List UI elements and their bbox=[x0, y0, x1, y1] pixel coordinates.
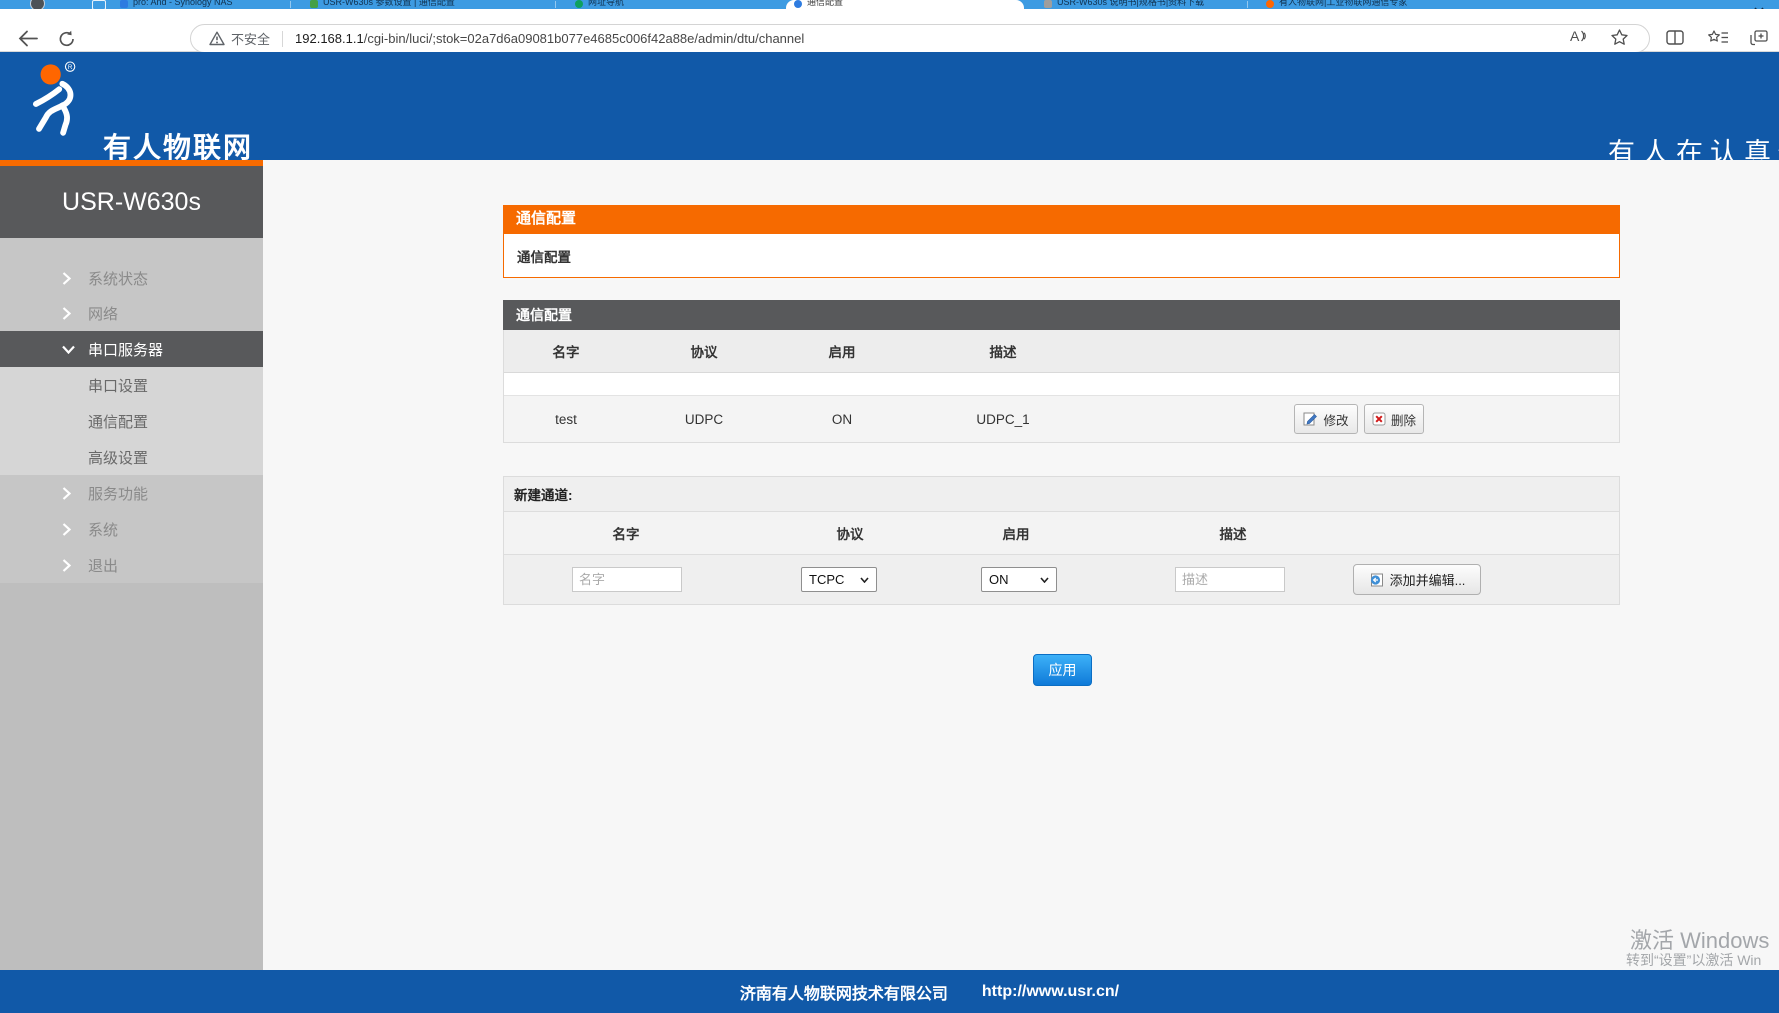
url-host[interactable]: 192.168.1.1 bbox=[295, 31, 364, 46]
page-breadcrumb: 通信配置 bbox=[503, 233, 1620, 278]
browser-tab[interactable]: 网址导航 bbox=[567, 0, 707, 9]
sidebar-item-logout[interactable]: 退出 bbox=[0, 547, 263, 583]
favorite-star-icon[interactable] bbox=[1611, 29, 1628, 50]
warning-icon[interactable] bbox=[209, 31, 225, 46]
browser-toolbar: 不安全 192.168.1.1/cgi-bin/luci/;stok=02a7d… bbox=[0, 9, 1779, 52]
select-chevron-icon bbox=[1040, 577, 1049, 583]
chevron-down-icon bbox=[62, 345, 76, 354]
delete-button[interactable]: 删除 bbox=[1364, 404, 1424, 434]
tab-title: pro: And - Synology NAS bbox=[133, 0, 233, 9]
page-footer: 济南有人物联网技术有限公司 http://www.usr.cn/ bbox=[0, 970, 1779, 1013]
windows-activation-hint: 转到“设置”以激活 Win bbox=[1626, 950, 1761, 970]
cell-desc: UDPC_1 bbox=[963, 396, 1043, 442]
table-title: 通信配置 bbox=[503, 300, 1620, 330]
tab-favicon bbox=[1044, 0, 1052, 8]
tab-title: 有人物联网|工业物联网通信专家 bbox=[1279, 0, 1407, 9]
footer-company: 济南有人物联网技术有限公司 bbox=[740, 980, 948, 1004]
chevron-right-icon bbox=[62, 523, 76, 536]
select-chevron-icon bbox=[860, 577, 869, 583]
refresh-icon[interactable] bbox=[58, 30, 76, 53]
tab-favicon bbox=[310, 0, 318, 8]
footer-site-link[interactable]: http://www.usr.cn/ bbox=[982, 983, 1119, 1001]
split-screen-icon[interactable] bbox=[1666, 30, 1684, 50]
browser-tab[interactable]: USR-W630s 说明书|规格书|资料下载 bbox=[1036, 0, 1241, 9]
tab-title: USR-W630s 说明书|规格书|资料下载 bbox=[1057, 0, 1204, 9]
protocol-select[interactable]: TCPC bbox=[801, 567, 877, 592]
cell-name: test bbox=[526, 396, 606, 442]
browser-tab[interactable]: 有人物联网|工业物联网通信专家 bbox=[1258, 0, 1453, 9]
tab-separator bbox=[1247, 1, 1248, 8]
read-aloud-icon[interactable]: A bbox=[1570, 28, 1588, 44]
col-header-desc: 描述 bbox=[963, 330, 1043, 372]
new-channel-header-row: 名字 协议 启用 描述 bbox=[504, 512, 1619, 555]
cell-enabled: ON bbox=[802, 396, 882, 442]
tab-title: USR-W630s 参数设置 | 通信配置 bbox=[323, 0, 455, 9]
col-header-name: 名字 bbox=[586, 512, 666, 554]
enabled-select[interactable]: ON bbox=[981, 567, 1057, 592]
screen: pro: And - Synology NAS USR-W630s 参数设置 |… bbox=[0, 0, 1779, 1013]
address-bar[interactable]: 不安全 192.168.1.1/cgi-bin/luci/;stok=02a7d… bbox=[190, 24, 1650, 53]
name-input[interactable] bbox=[572, 567, 682, 592]
col-header-enabled: 启用 bbox=[976, 512, 1056, 554]
channel-table: 通信配置 名字 协议 启用 描述 test UDPC ON UDPC_1 bbox=[503, 300, 1620, 443]
new-channel-section: 新建通道: 名字 协议 启用 描述 TCPC ON bbox=[503, 476, 1620, 605]
edit-icon bbox=[1303, 412, 1318, 426]
col-header-enabled: 启用 bbox=[802, 330, 882, 372]
chevron-right-icon bbox=[62, 559, 76, 572]
tab-separator bbox=[555, 1, 556, 8]
device-name: USR-W630s bbox=[0, 166, 263, 238]
tab-title: 网址导航 bbox=[588, 0, 624, 9]
sidebar-item-system[interactable]: 系统 bbox=[0, 511, 263, 547]
table-spacer-row bbox=[504, 373, 1619, 396]
address-divider bbox=[282, 31, 283, 47]
tab-favicon-shield bbox=[575, 0, 583, 8]
back-icon[interactable] bbox=[18, 30, 38, 52]
new-channel-title: 新建通道: bbox=[504, 477, 1619, 512]
collections-icon[interactable] bbox=[1750, 30, 1768, 51]
sidebar-item-service-functions[interactable]: 服务功能 bbox=[0, 475, 263, 511]
col-header-protocol: 协议 bbox=[664, 330, 744, 372]
new-channel-input-row: TCPC ON 添加并编辑... bbox=[504, 555, 1619, 604]
edit-button[interactable]: 修改 bbox=[1294, 404, 1358, 434]
url-path[interactable]: /cgi-bin/luci/;stok=02a7d6a09081b077e468… bbox=[364, 31, 805, 46]
browser-tab[interactable]: pro: And - Synology NAS bbox=[112, 0, 282, 9]
favorites-bar-icon[interactable] bbox=[1708, 30, 1729, 50]
tab-title: 通信配置 bbox=[807, 0, 843, 9]
tab-favicon bbox=[1266, 0, 1274, 8]
add-and-edit-button[interactable]: 添加并编辑... bbox=[1353, 564, 1481, 595]
tab-favicon bbox=[120, 0, 128, 8]
chevron-right-icon bbox=[62, 487, 76, 500]
desc-input[interactable] bbox=[1175, 567, 1285, 592]
sidebar-item-serial-settings[interactable]: 串口设置 bbox=[0, 367, 263, 403]
sidebar-item-serial-server[interactable]: 串口服务器 bbox=[0, 331, 263, 367]
tab-separator bbox=[290, 1, 291, 8]
sidebar: USR-W630s 系统状态 网络 串口服务器 串口设置 通信配置 高级设置 服… bbox=[0, 160, 263, 970]
chevron-right-icon bbox=[62, 307, 76, 320]
col-header-protocol: 协议 bbox=[810, 512, 890, 554]
sidebar-item-advanced-settings[interactable]: 高级设置 bbox=[0, 439, 263, 475]
browser-tab-active[interactable]: 通信配置 bbox=[786, 0, 1024, 9]
table-header-row: 名字 协议 启用 描述 bbox=[504, 330, 1619, 373]
cell-protocol: UDPC bbox=[664, 396, 744, 442]
table-row: test UDPC ON UDPC_1 修改 删除 bbox=[504, 396, 1619, 442]
add-edit-icon bbox=[1369, 573, 1384, 587]
site-header: R 有人物联网 工业物联网通信专家 有人在认真做 中文 bbox=[0, 52, 1779, 160]
sidebar-item-comm-config[interactable]: 通信配置 bbox=[0, 403, 263, 439]
browser-tab[interactable]: USR-W630s 参数设置 | 通信配置 bbox=[302, 0, 547, 9]
col-header-name: 名字 bbox=[526, 330, 606, 372]
page-title: 通信配置 bbox=[503, 205, 1620, 233]
chevron-right-icon bbox=[62, 272, 76, 285]
sidebar-item-network[interactable]: 网络 bbox=[0, 295, 263, 331]
security-label[interactable]: 不安全 bbox=[231, 29, 270, 48]
browser-tab-strip: pro: And - Synology NAS USR-W630s 参数设置 |… bbox=[0, 0, 1779, 9]
apply-button[interactable]: 应用 bbox=[1033, 654, 1092, 686]
sidebar-item-system-status[interactable]: 系统状态 bbox=[0, 260, 263, 296]
tab-favicon bbox=[794, 0, 802, 8]
col-header-desc: 描述 bbox=[1193, 512, 1273, 554]
delete-icon bbox=[1372, 412, 1386, 426]
svg-text:R: R bbox=[68, 64, 73, 71]
usr-logo-icon: R bbox=[25, 60, 95, 153]
